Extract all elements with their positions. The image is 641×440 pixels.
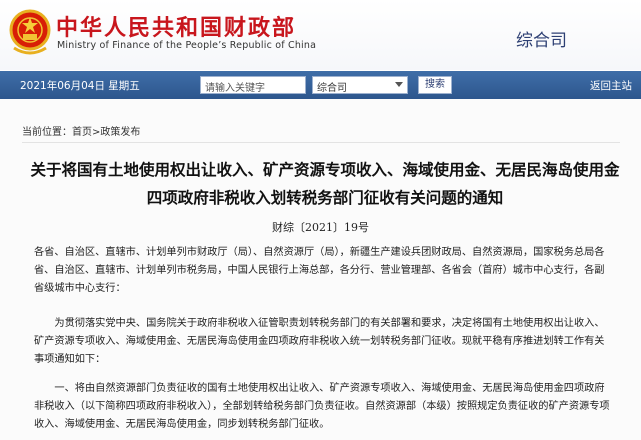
breadcrumb-section-link[interactable]: 政策发布 bbox=[100, 127, 140, 138]
site-title-english: Ministry of Finance of the People’s Repu… bbox=[57, 40, 317, 51]
article-title: 关于将国有土地使用权出让收入、矿产资源专项收入、海域使用金、无居民海岛使用金四项… bbox=[30, 161, 620, 207]
search-input[interactable]: 请输入关键字 bbox=[200, 76, 306, 94]
site-header: 中华人民共和国财政部 Ministry of Finance of the Pe… bbox=[0, 0, 641, 70]
breadcrumb-home-link[interactable]: 首页 bbox=[72, 127, 92, 138]
current-date: 2021年06月04日 星期五 bbox=[20, 80, 140, 92]
article-paragraph: 为贯彻落实党中央、国务院关于政府非税收入征管职责划转税务部门的有关部署和要求，决… bbox=[34, 318, 605, 365]
department-select[interactable]: 综合司 bbox=[312, 76, 408, 94]
chevron-down-icon bbox=[395, 82, 403, 87]
article-paragraph: 一、将由自然资源部门负责征收的国有土地使用权出让收入、矿产资源专项收入、海域使用… bbox=[34, 383, 610, 430]
department-name: 综合司 bbox=[516, 31, 567, 51]
national-emblem-icon bbox=[9, 9, 51, 55]
breadcrumb-prefix: 当前位置： bbox=[22, 127, 72, 138]
article-paragraph: 各省、自治区、直辖市、计划单列市财政厅（局）、自然资源厅（局），新疆生产建设兵团… bbox=[34, 247, 605, 294]
divider bbox=[22, 142, 620, 143]
department-select-value: 综合司 bbox=[317, 83, 347, 94]
site-title[interactable]: 中华人民共和国财政部 bbox=[56, 10, 296, 42]
top-navbar: 2021年06月04日 星期五 请输入关键字 综合司 搜索 返回主站 bbox=[0, 71, 641, 99]
return-home-link[interactable]: 返回主站 bbox=[590, 78, 632, 93]
search-button[interactable]: 搜索 bbox=[418, 76, 452, 94]
breadcrumb: 当前位置：首页>政策发布 bbox=[22, 123, 140, 138]
document-number: 财综〔2021〕19号 bbox=[272, 221, 369, 234]
